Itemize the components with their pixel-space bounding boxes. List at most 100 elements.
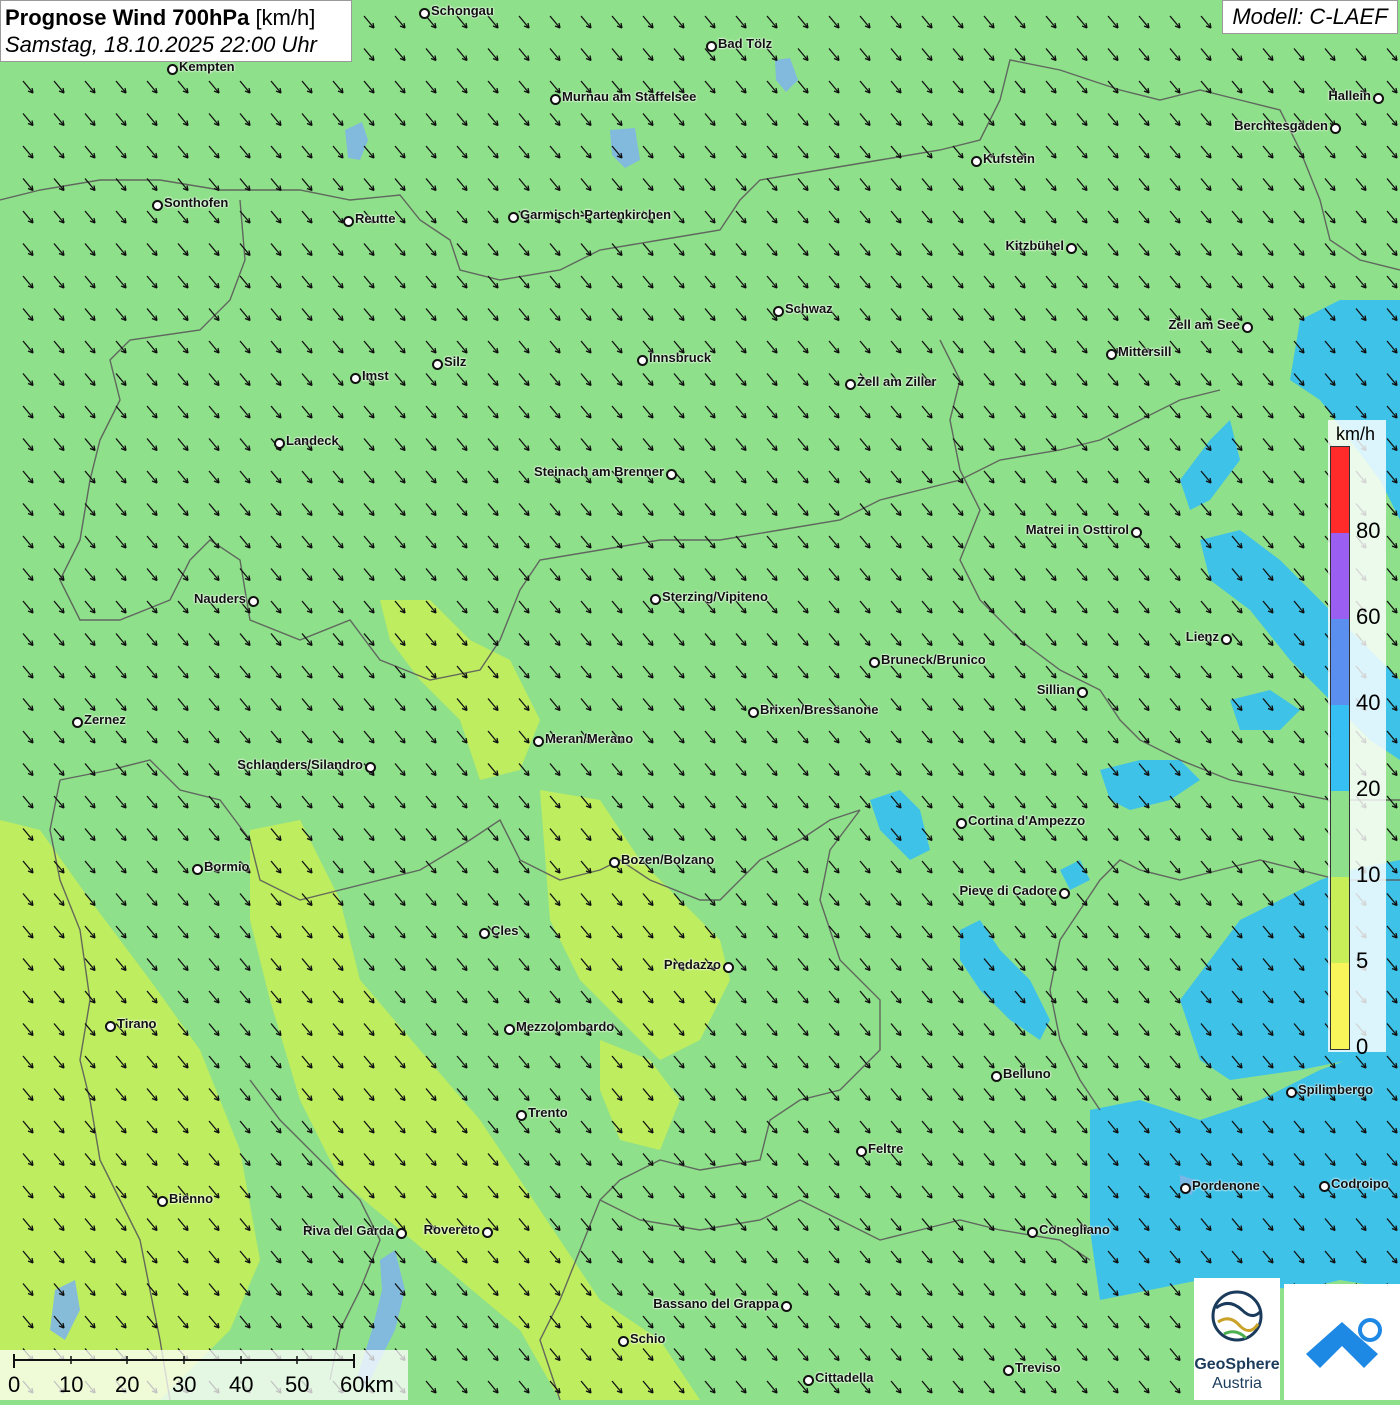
- geosphere-country: Austria: [1212, 1375, 1262, 1392]
- city-label: Silz: [444, 354, 467, 369]
- city-label: Cles: [491, 923, 519, 938]
- city-dot-icon: [248, 596, 259, 607]
- city-dot-icon: [609, 857, 620, 868]
- city-dot-icon: [72, 717, 83, 728]
- city-dot-icon: [956, 818, 967, 829]
- legend-tick-label: 10: [1356, 862, 1381, 887]
- city-dot-icon: [1066, 243, 1077, 254]
- model-label: Modell: C-LAEF: [1222, 0, 1398, 34]
- city-dot-icon: [748, 707, 759, 718]
- city-dot-icon: [1131, 527, 1142, 538]
- city-label: Bormio: [204, 859, 250, 874]
- city-dot-icon: [971, 156, 982, 167]
- city-dot-icon: [419, 8, 430, 19]
- city-dot-icon: [482, 1227, 493, 1238]
- city-label: Feltre: [868, 1141, 904, 1156]
- city-label: Codroipo: [1331, 1176, 1389, 1191]
- city-label: Kempten: [179, 59, 235, 74]
- legend-tick-label: 20: [1356, 776, 1381, 801]
- city-dot-icon: [666, 469, 677, 480]
- city-label: Garmisch-Partenkirchen: [520, 207, 672, 222]
- city-dot-icon: [504, 1024, 515, 1035]
- city-dot-icon: [343, 216, 354, 227]
- map-title-bold: Prognose Wind 700hPa: [5, 5, 250, 30]
- scale-label-40: 40: [229, 1372, 254, 1397]
- city-label: Schwaz: [785, 301, 833, 316]
- city-label: Bassano del Grappa: [653, 1296, 779, 1311]
- city-label: Tirano: [117, 1016, 157, 1031]
- city-dot-icon: [723, 962, 734, 973]
- city-dot-icon: [1286, 1087, 1297, 1098]
- city-dot-icon: [192, 864, 203, 875]
- city-dot-icon: [157, 1196, 168, 1207]
- legend-unit: km/h: [1336, 424, 1376, 444]
- legend-tick-label: 60: [1356, 604, 1381, 629]
- city-dot-icon: [1221, 634, 1232, 645]
- city-label: Rovereto: [423, 1222, 480, 1237]
- city-dot-icon: [105, 1021, 116, 1032]
- legend-segment: [1331, 791, 1349, 877]
- city-label: Mezzolombardo: [516, 1019, 615, 1034]
- city-dot-icon: [1059, 888, 1070, 899]
- weather-app-logo[interactable]: [1284, 1284, 1400, 1400]
- city-label: Sillian: [1036, 682, 1075, 697]
- city-label: Imst: [362, 368, 389, 383]
- city-label: Steinach am Brenner: [533, 464, 664, 479]
- legend-segment: [1331, 877, 1349, 963]
- city-label: Bozen/Bolzano: [621, 852, 715, 867]
- city-label: Riva del Garda: [302, 1223, 394, 1238]
- city-label: Bienno: [169, 1191, 214, 1206]
- city-label: Landeck: [286, 433, 339, 448]
- city-label: Trento: [528, 1105, 568, 1120]
- city-label: Predazzo: [663, 957, 721, 972]
- city-dot-icon: [1077, 687, 1088, 698]
- city-label: Treviso: [1015, 1360, 1061, 1375]
- city-label: Cortina d'Ampezzo: [968, 813, 1086, 828]
- city-dot-icon: [773, 306, 784, 317]
- city-label: Sterzing/Vipiteno: [662, 589, 768, 604]
- scale-label-20: 20: [115, 1372, 140, 1397]
- city-dot-icon: [650, 594, 661, 605]
- city-label: Conegliano: [1039, 1222, 1110, 1237]
- city-label: Brixen/Bressanone: [760, 702, 879, 717]
- legend-segment: [1331, 447, 1349, 533]
- legend-tick-label: 0: [1356, 1034, 1369, 1059]
- city-label: Lienz: [1185, 629, 1219, 644]
- city-label: Zell am See: [1168, 317, 1240, 332]
- city-dot-icon: [1330, 123, 1341, 134]
- city-label: Spilimbergo: [1298, 1082, 1374, 1097]
- city-dot-icon: [706, 41, 717, 52]
- city-dot-icon: [508, 212, 519, 223]
- city-dot-icon: [845, 379, 856, 390]
- city-dot-icon: [1180, 1183, 1191, 1194]
- city-dot-icon: [1373, 93, 1384, 104]
- legend-tick-label: 5: [1356, 948, 1369, 973]
- city-label: Zell am Ziller: [857, 374, 937, 389]
- city-label: Schongau: [431, 3, 494, 18]
- city-dot-icon: [550, 94, 561, 105]
- city-label: Schlanders/Silandro: [237, 757, 363, 772]
- weather-app-icon: [1306, 1318, 1382, 1368]
- geosphere-logo[interactable]: GeoSphere Austria: [1194, 1278, 1280, 1400]
- geosphere-emblem-icon: [1211, 1290, 1263, 1342]
- map-title: Prognose Wind 700hPa [km/h]: [5, 4, 347, 31]
- legend-tick-label: 40: [1356, 690, 1381, 715]
- city-dot-icon: [533, 736, 544, 747]
- city-dot-icon: [152, 200, 163, 211]
- city-dot-icon: [1319, 1181, 1330, 1192]
- legend-segment: [1331, 619, 1349, 705]
- city-dot-icon: [1106, 349, 1117, 360]
- color-legend: km/h 80 60 40 20 10 5 0: [1328, 420, 1386, 1059]
- city-label: Murnau am Staffelsee: [562, 89, 697, 104]
- city-label: Pieve di Cadore: [959, 883, 1057, 898]
- city-dot-icon: [781, 1301, 792, 1312]
- city-label: Reutte: [355, 211, 396, 226]
- title-box: Prognose Wind 700hPa [km/h] Samstag, 18.…: [0, 0, 352, 62]
- legend-color-bar: [1330, 446, 1350, 1050]
- city-dot-icon: [516, 1110, 527, 1121]
- map-title-unit: [km/h]: [255, 5, 316, 30]
- city-label: Meran/Merano: [545, 731, 634, 746]
- city-label: Kitzbühel: [1005, 238, 1065, 253]
- scale-label-50: 50: [285, 1372, 310, 1397]
- legend-segment: [1331, 963, 1349, 1049]
